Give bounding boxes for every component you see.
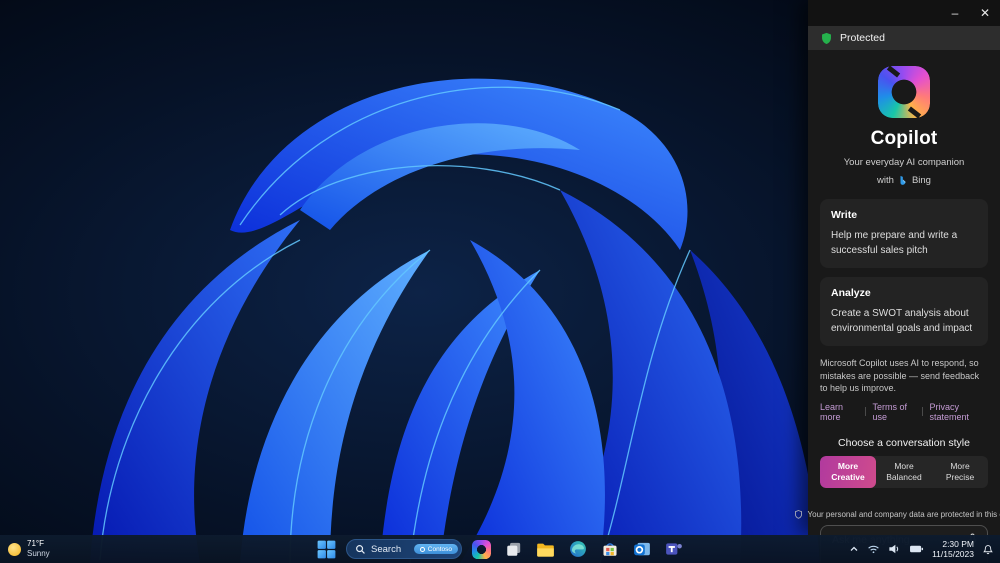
style-option-line2: Creative <box>831 472 865 483</box>
data-protection-text: Your personal and company data are prote… <box>807 509 1000 519</box>
style-option-balanced[interactable]: More Balanced <box>876 456 932 488</box>
outlook-icon <box>633 542 650 556</box>
taskbar-icon-copilot[interactable] <box>469 537 494 561</box>
start-button[interactable] <box>314 537 339 561</box>
taskbar-icon-outlook[interactable] <box>629 537 654 561</box>
clock-time: 2:30 PM <box>942 538 974 549</box>
sunny-weather-icon <box>8 542 21 556</box>
style-option-line2: Precise <box>945 472 975 483</box>
bing-label: Bing <box>911 175 931 186</box>
learn-more-link[interactable]: Learn more <box>820 402 858 422</box>
contoso-logo-icon <box>419 546 425 552</box>
windows-logo-icon <box>317 540 336 558</box>
weather-temp: 71°F <box>27 539 44 549</box>
weather-condition: Sunny <box>27 549 50 558</box>
card-body: Create a SWOT analysis about environment… <box>831 308 973 334</box>
copilot-subtitle: Your everyday AI companion <box>843 157 965 168</box>
style-option-precise[interactable]: More Precise <box>932 456 988 488</box>
copilot-icon <box>472 539 491 559</box>
privacy-statement-link[interactable]: Privacy statement <box>929 402 988 422</box>
panel-titlebar: – ✕ <box>808 0 1000 26</box>
protected-status-bar[interactable]: Protected <box>808 26 1000 50</box>
with-label: with <box>877 175 894 186</box>
copilot-title: Copilot <box>870 128 938 149</box>
volume-icon[interactable] <box>888 543 901 555</box>
microsoft-store-icon <box>602 543 617 556</box>
taskbar-icon-store[interactable] <box>597 537 622 561</box>
ai-disclaimer-text: Microsoft Copilot uses AI to respond, so… <box>820 358 980 394</box>
card-body: Help me prepare and write a successful s… <box>831 230 958 256</box>
style-option-line1: More <box>950 460 970 471</box>
taskbar-icon-teams[interactable] <box>661 537 686 561</box>
task-view-icon <box>506 542 520 556</box>
suggestion-card-write[interactable]: Write Help me prepare and write a succes… <box>820 199 988 268</box>
copilot-header: Copilot Your everyday AI companion with … <box>820 66 988 186</box>
notification-bell-icon[interactable] <box>982 543 994 556</box>
close-button[interactable]: ✕ <box>970 0 1000 26</box>
style-option-line1: More <box>894 460 914 471</box>
copilot-panel: – ✕ Protected Copilot Your everyday AI c… <box>794 0 1000 563</box>
style-option-line2: Balanced <box>886 472 922 483</box>
clock-date: 11/15/2023 <box>932 549 974 559</box>
taskbar: 71°F Sunny Search Contoso 2:30 PM 11/15/… <box>0 535 1000 563</box>
search-icon <box>355 544 366 555</box>
legal-links-row: Learn more Terms of use Privacy statemen… <box>820 402 988 422</box>
copilot-logo-icon <box>878 66 930 118</box>
taskbar-clock[interactable]: 2:30 PM 11/15/2023 <box>932 539 974 559</box>
style-option-creative[interactable]: More Creative <box>820 455 876 488</box>
conversation-style-switch: More Creative More Balanced More Precise <box>820 455 988 488</box>
taskbar-center: Search Contoso <box>314 537 686 561</box>
wifi-icon[interactable] <box>867 543 880 555</box>
card-title: Analyze <box>831 287 871 299</box>
edge-icon <box>569 541 586 557</box>
divider <box>864 407 866 417</box>
taskbar-icon-edge[interactable] <box>565 537 590 561</box>
taskbar-search-box[interactable]: Search Contoso <box>346 539 462 559</box>
weather-widget[interactable]: 71°F Sunny <box>8 539 50 558</box>
with-bing-line: with Bing <box>877 175 931 186</box>
teams-icon <box>665 543 682 555</box>
file-explorer-icon <box>537 543 554 557</box>
taskbar-icon-file-explorer[interactable] <box>533 537 558 561</box>
protected-label: Protected <box>840 32 885 44</box>
taskbar-icon-task-view[interactable] <box>501 537 526 561</box>
bing-icon <box>898 175 908 186</box>
search-placeholder: Search <box>371 543 402 555</box>
shield-icon <box>820 32 833 45</box>
shield-outline-icon <box>794 509 803 519</box>
terms-of-use-link[interactable]: Terms of use <box>872 402 914 422</box>
suggestion-card-analyze[interactable]: Analyze Create a SWOT analysis about env… <box>820 277 988 346</box>
battery-icon[interactable] <box>909 543 924 555</box>
conversation-style-title: Choose a conversation style <box>838 436 970 449</box>
data-protection-note: Your personal and company data are prote… <box>794 510 1000 519</box>
card-title: Write <box>831 209 858 221</box>
tray-chevron-up-icon[interactable] <box>849 544 859 554</box>
desktop-screen: – ✕ Protected Copilot Your everyday AI c… <box>0 0 1000 563</box>
minimize-button[interactable]: – <box>940 0 970 26</box>
system-tray: 2:30 PM 11/15/2023 <box>849 539 994 559</box>
divider <box>921 407 923 417</box>
contoso-badge[interactable]: Contoso <box>413 544 458 554</box>
style-option-line1: More <box>837 460 859 471</box>
contoso-badge-label: Contoso <box>427 545 452 553</box>
